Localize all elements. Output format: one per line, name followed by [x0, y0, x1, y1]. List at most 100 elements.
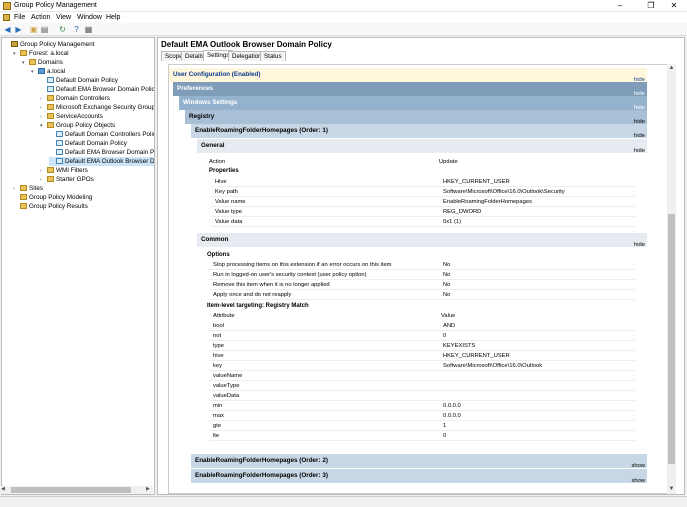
tree-node[interactable]: Default Domain Controllers Policy — [49, 130, 154, 139]
properties-heading: Properties — [209, 168, 239, 174]
folder-icon — [47, 167, 54, 173]
show-hide-tree-icon[interactable]: ▤ — [40, 25, 49, 34]
item3-label: EnableRoamingFolderHomepages (Order: 3) — [195, 472, 328, 479]
gpo-icon — [56, 140, 63, 146]
properties-icon[interactable]: ▦ — [84, 25, 93, 34]
maximize-button[interactable]: ❐ — [640, 0, 662, 12]
tree-node[interactable]: ▾ Group Policy Objects — [40, 121, 115, 130]
tree-node[interactable]: Default Domain Policy — [40, 76, 118, 85]
general-header[interactable]: General hide — [197, 139, 647, 155]
back-arrow-icon[interactable]: ◀ — [3, 25, 12, 34]
tree-node-label: Default EMA Browser Domain Policy — [56, 86, 155, 93]
windows-settings-label: Windows Settings — [183, 99, 238, 106]
row-divider — [209, 420, 635, 421]
menu-bar: File Action View Window Help — [0, 12, 687, 23]
tree-node-label: a.local — [47, 68, 66, 75]
row-divider — [209, 350, 635, 351]
help-icon[interactable]: ? — [72, 25, 81, 34]
hide-link[interactable]: hide — [634, 147, 645, 155]
row-divider — [209, 330, 635, 331]
show-link[interactable]: show — [631, 477, 645, 485]
scroll-down-icon[interactable]: ▼ — [667, 485, 676, 493]
expander-icon[interactable]: ▾ — [31, 68, 38, 77]
folder-up-icon[interactable]: ▣ — [29, 25, 38, 34]
row-divider — [209, 340, 635, 341]
row-divider — [209, 380, 635, 381]
row-divider — [209, 400, 635, 401]
scroll-up-icon[interactable]: ▲ — [667, 64, 676, 72]
windows-settings-header[interactable]: Windows Settings hide — [179, 96, 647, 111]
tree-node[interactable]: Default EMA Browser Domain Polic — [49, 148, 154, 157]
preferences-header[interactable]: Preferences hide — [173, 82, 647, 97]
menu-window[interactable]: Window — [77, 13, 102, 22]
toolbar: ◀ ▶ ▣ ▤ ↻ ? ▦ — [0, 23, 687, 36]
tree-node[interactable]: Default EMA Browser Domain Policy — [40, 85, 155, 94]
tree-node[interactable]: ▾ Domains — [22, 58, 63, 67]
tab-status[interactable]: Status — [260, 51, 286, 61]
tree-node[interactable]: › WMI Filters — [40, 166, 88, 175]
hide-link[interactable]: hide — [634, 241, 645, 249]
item1-header[interactable]: EnableRoamingFolderHomepages (Order: 1) h… — [191, 124, 647, 139]
folder-icon — [20, 203, 27, 209]
menu-view[interactable]: View — [56, 13, 71, 22]
common-header[interactable]: Common hide — [197, 233, 647, 249]
general-label: General — [201, 142, 225, 149]
tree-node[interactable]: › ServiceAccounts — [40, 112, 103, 121]
item3-header[interactable]: EnableRoamingFolderHomepages (Order: 3) s… — [191, 469, 647, 485]
action-value: Update — [439, 159, 458, 165]
tree-scroll-thumb[interactable] — [11, 487, 131, 493]
row-divider — [209, 430, 635, 431]
options-heading: Options — [207, 252, 230, 258]
folder-icon — [47, 95, 54, 101]
tree-node[interactable]: Default Domain Policy — [49, 139, 127, 148]
tree-node[interactable]: Group Policy Management — [4, 40, 95, 49]
console-icon[interactable] — [3, 14, 10, 21]
expander-icon[interactable]: ▾ — [13, 50, 20, 59]
user-configuration-header[interactable]: User Configuration (Enabled) hide — [169, 68, 647, 83]
folder-icon — [20, 50, 27, 56]
tree-node-label: ServiceAccounts — [56, 113, 103, 120]
menu-help[interactable]: Help — [106, 13, 120, 22]
tree-node[interactable]: ▾ Forest: a.local — [13, 49, 69, 58]
item2-header[interactable]: EnableRoamingFolderHomepages (Order: 2) s… — [191, 454, 647, 469]
tree-node[interactable]: Group Policy Modeling — [13, 193, 92, 202]
forward-arrow-icon[interactable]: ▶ — [14, 25, 23, 34]
refresh-icon[interactable]: ↻ — [58, 25, 67, 34]
tree-node[interactable]: ▾ a.local — [31, 67, 65, 76]
app-icon — [3, 2, 11, 10]
scroll-left-icon[interactable]: ◀ — [1, 486, 5, 492]
gpo-icon — [56, 149, 63, 155]
folder-icon — [20, 194, 27, 200]
menu-action[interactable]: Action — [31, 13, 50, 22]
tree-node-label: Starter GPOs — [56, 176, 94, 183]
expander-icon[interactable]: ▾ — [22, 59, 29, 68]
tree-node[interactable]: › Microsoft Exchange Security Groups — [40, 103, 155, 112]
tree-node-label: Default EMA Outlook Browser Dom — [65, 158, 155, 165]
folder-icon — [47, 122, 54, 128]
row-divider — [209, 440, 635, 441]
tree-node[interactable]: › Domain Controllers — [40, 94, 110, 103]
report-vertical-scrollbar[interactable]: ▲ ▼ — [667, 64, 676, 494]
console-tree[interactable]: Group Policy Management ▾ Forest: a.local ▾… — [1, 37, 155, 495]
tree-horizontal-scrollbar[interactable]: ◀ ▶ — [1, 486, 153, 494]
menu-file[interactable]: File — [14, 13, 25, 22]
tree-node-label: Forest: a.local — [29, 50, 69, 57]
expander-icon[interactable]: ▾ — [40, 122, 47, 131]
tree-node[interactable]: Group Policy Results — [13, 202, 88, 211]
scroll-right-icon[interactable]: ▶ — [146, 486, 150, 492]
folder-icon — [47, 113, 54, 119]
tree-node-label: Microsoft Exchange Security Groups — [56, 104, 155, 111]
row-divider — [209, 410, 635, 411]
close-button[interactable]: ✕ — [663, 0, 685, 12]
tree-node[interactable]: › Starter GPOs — [40, 175, 94, 184]
preferences-label: Preferences — [177, 85, 214, 92]
row-divider — [211, 226, 635, 227]
report-scroll-thumb[interactable] — [668, 214, 675, 464]
tree-node[interactable]: Default EMA Outlook Browser Dom — [49, 157, 155, 166]
tree-node[interactable]: › Sites — [13, 184, 43, 193]
tree-node-label: Domains — [38, 59, 63, 66]
value-header: Value — [441, 313, 456, 319]
folder-icon — [47, 104, 54, 110]
registry-header[interactable]: Registry hide — [185, 110, 647, 125]
minimize-button[interactable]: – — [609, 0, 631, 12]
